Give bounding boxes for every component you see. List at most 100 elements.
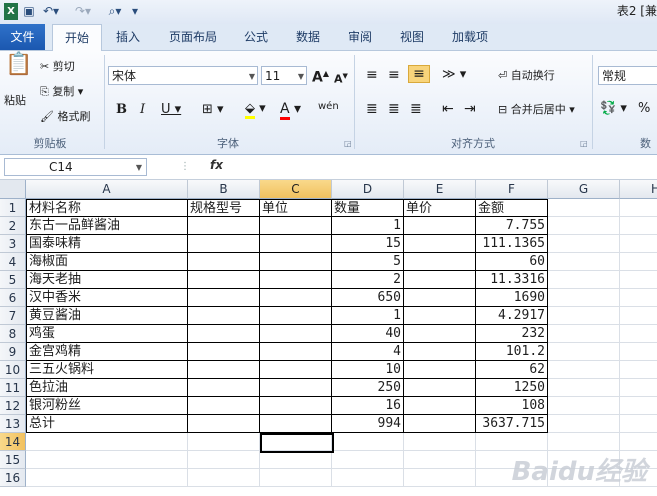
cell[interactable]	[26, 451, 188, 469]
tab-formulas[interactable]: 公式	[236, 24, 276, 50]
table-cell[interactable]: 金宫鸡精	[26, 343, 188, 361]
align-center-button[interactable]: ≣	[388, 101, 400, 117]
tab-review[interactable]: 审阅	[340, 24, 380, 50]
table-cell[interactable]	[260, 325, 332, 343]
shrink-font-button[interactable]: A▼	[334, 68, 348, 88]
table-cell[interactable]: 数量	[332, 199, 404, 217]
align-left-button[interactable]: ≣	[366, 101, 378, 117]
cell[interactable]	[620, 415, 657, 433]
column-header-a[interactable]: A	[26, 180, 188, 199]
table-cell[interactable]	[404, 361, 476, 379]
column-header-h[interactable]: H	[620, 180, 657, 199]
orientation-button[interactable]: ≫ ▾	[442, 67, 466, 83]
table-cell[interactable]: 1	[332, 217, 404, 235]
table-cell[interactable]	[260, 379, 332, 397]
table-cell[interactable]: 银河粉丝	[26, 397, 188, 415]
tab-addins[interactable]: 加载项	[444, 24, 496, 50]
table-cell[interactable]	[188, 289, 260, 307]
alignment-dialog-launcher-icon[interactable]: ◲	[580, 136, 588, 152]
borders-button[interactable]: ⊞ ▾	[202, 102, 224, 118]
font-name-select[interactable]: 宋体 ▼	[108, 66, 258, 85]
table-cell[interactable]: 规格型号	[188, 199, 260, 217]
table-cell[interactable]	[404, 343, 476, 361]
row-header-4[interactable]: 4	[0, 253, 26, 271]
column-header-d[interactable]: D	[332, 180, 404, 199]
column-header-g[interactable]: G	[548, 180, 620, 199]
table-cell[interactable]	[188, 253, 260, 271]
table-cell[interactable]	[260, 253, 332, 271]
cell[interactable]	[548, 325, 620, 343]
table-cell[interactable]: 62	[476, 361, 548, 379]
format-painter-button[interactable]: 🖌 格式刷	[40, 109, 90, 125]
cell[interactable]	[188, 469, 260, 487]
cell[interactable]	[404, 451, 476, 469]
table-cell[interactable]: 232	[476, 325, 548, 343]
table-cell[interactable]	[404, 253, 476, 271]
cell[interactable]	[26, 469, 188, 487]
table-cell[interactable]	[404, 235, 476, 253]
underline-button[interactable]: U ▾	[161, 102, 181, 118]
cell[interactable]	[620, 433, 657, 451]
cut-button[interactable]: ✂ 剪切	[40, 59, 75, 75]
table-cell[interactable]	[404, 379, 476, 397]
increase-indent-button[interactable]: ⇥	[464, 101, 476, 117]
row-header-1[interactable]: 1	[0, 199, 26, 217]
row-header-9[interactable]: 9	[0, 343, 26, 361]
table-cell[interactable]: 海椒面	[26, 253, 188, 271]
align-middle-button[interactable]: ≡	[388, 67, 400, 83]
table-cell[interactable]: 东古一品鲜酱油	[26, 217, 188, 235]
active-cell-c14[interactable]	[260, 433, 334, 453]
table-cell[interactable]: 108	[476, 397, 548, 415]
row-header-10[interactable]: 10	[0, 361, 26, 379]
table-cell[interactable]: 60	[476, 253, 548, 271]
table-cell[interactable]: 994	[332, 415, 404, 433]
italic-button[interactable]: I	[140, 102, 145, 118]
cell[interactable]	[260, 451, 332, 469]
tab-insert[interactable]: 插入	[108, 24, 148, 50]
table-cell[interactable]	[188, 325, 260, 343]
name-box[interactable]: C14 ▼	[4, 158, 147, 176]
cell[interactable]	[548, 289, 620, 307]
tab-home[interactable]: 开始	[52, 24, 102, 51]
table-cell[interactable]	[260, 307, 332, 325]
row-header-5[interactable]: 5	[0, 271, 26, 289]
cell[interactable]	[476, 433, 548, 451]
merge-center-button[interactable]: ⊟ 合并后居中 ▾	[498, 102, 575, 118]
row-header-14[interactable]: 14	[0, 433, 26, 451]
wrap-text-button[interactable]: ⏎ 自动换行	[498, 68, 555, 84]
cell[interactable]	[548, 415, 620, 433]
table-cell[interactable]: 4	[332, 343, 404, 361]
table-cell[interactable]: 单位	[260, 199, 332, 217]
table-cell[interactable]: 鸡蛋	[26, 325, 188, 343]
table-cell[interactable]	[260, 271, 332, 289]
tab-data[interactable]: 数据	[288, 24, 328, 50]
table-cell[interactable]	[188, 343, 260, 361]
currency-button[interactable]: 💱 ▾	[600, 101, 627, 117]
table-cell[interactable]: 5	[332, 253, 404, 271]
table-cell[interactable]: 40	[332, 325, 404, 343]
row-header-11[interactable]: 11	[0, 379, 26, 397]
table-cell[interactable]: 单价	[404, 199, 476, 217]
font-dialog-launcher-icon[interactable]: ◲	[344, 136, 352, 152]
cell[interactable]	[548, 271, 620, 289]
table-cell[interactable]	[260, 217, 332, 235]
table-cell[interactable]	[404, 271, 476, 289]
customize-qat-icon[interactable]: ▾	[130, 3, 140, 20]
table-cell[interactable]: 16	[332, 397, 404, 415]
cell[interactable]	[620, 199, 657, 217]
table-cell[interactable]: 101.2	[476, 343, 548, 361]
table-cell[interactable]: 1	[332, 307, 404, 325]
save-icon[interactable]: ▣	[22, 3, 36, 20]
table-cell[interactable]: 3637.715	[476, 415, 548, 433]
undo-icon[interactable]: ↶▾	[40, 3, 62, 20]
row-header-15[interactable]: 15	[0, 451, 26, 469]
percent-button[interactable]: %	[638, 101, 650, 117]
cell[interactable]	[548, 433, 620, 451]
cell[interactable]	[332, 433, 404, 451]
table-cell[interactable]: 650	[332, 289, 404, 307]
paste-button[interactable]: 粘贴	[4, 93, 26, 109]
row-header-3[interactable]: 3	[0, 235, 26, 253]
cell[interactable]	[404, 469, 476, 487]
select-all-corner[interactable]	[0, 180, 26, 199]
table-cell[interactable]	[260, 415, 332, 433]
